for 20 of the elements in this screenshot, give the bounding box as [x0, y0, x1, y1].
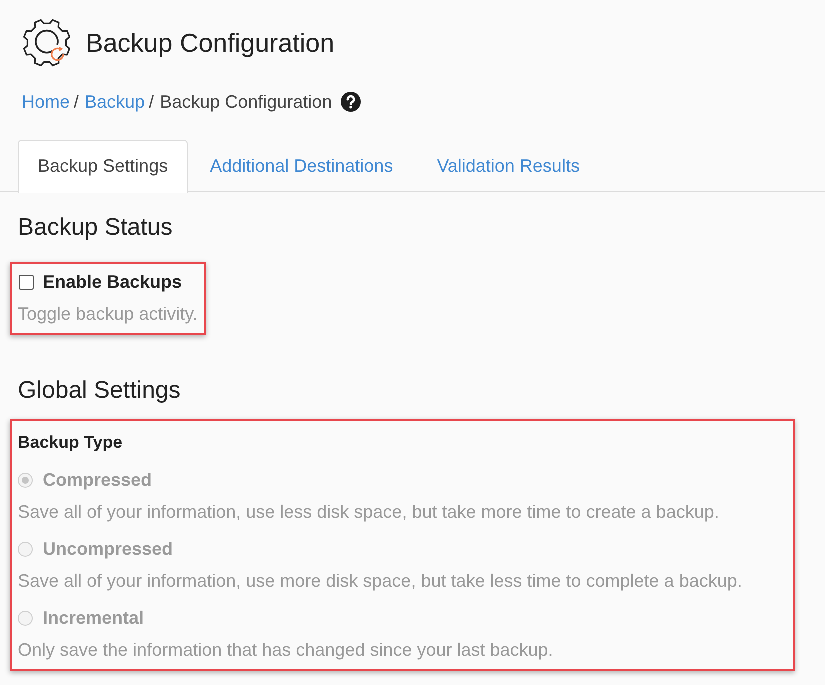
- help-text: Save all of your information, use less disk space, but take more time to create a backup.: [18, 501, 720, 524]
- section-heading: Global Settings: [17, 376, 181, 406]
- tab[interactable]: Validation Results: [415, 140, 602, 192]
- field-label: Backup Type: [18, 432, 123, 454]
- breadcrumb-separator: /: [74, 91, 80, 114]
- help-text: Only save the information that has changed since your last backup.: [18, 639, 554, 662]
- section-heading: Backup Status: [17, 213, 173, 243]
- gear-refresh-icon: [22, 18, 72, 68]
- help-text: Toggle backup activity.: [18, 303, 198, 326]
- checkbox-label[interactable]: Enable Backups: [43, 272, 182, 292]
- tab[interactable]: Additional Destinations: [188, 140, 416, 192]
- tab[interactable]: Backup Settings: [18, 140, 188, 193]
- breadcrumb-link[interactable]: Home: [22, 90, 70, 114]
- breadcrumb-link[interactable]: Backup: [85, 90, 146, 114]
- checkbox[interactable]: [19, 274, 34, 290]
- help-text: Save all of your information, use more disk space, but take less time to complete a backup.: [18, 570, 742, 593]
- breadcrumb-separator: /: [149, 91, 154, 114]
- breadcrumb-current: Backup Configuration: [160, 91, 332, 114]
- help-icon[interactable]: [341, 92, 362, 112]
- page-title: Backup Configuration: [86, 27, 335, 60]
